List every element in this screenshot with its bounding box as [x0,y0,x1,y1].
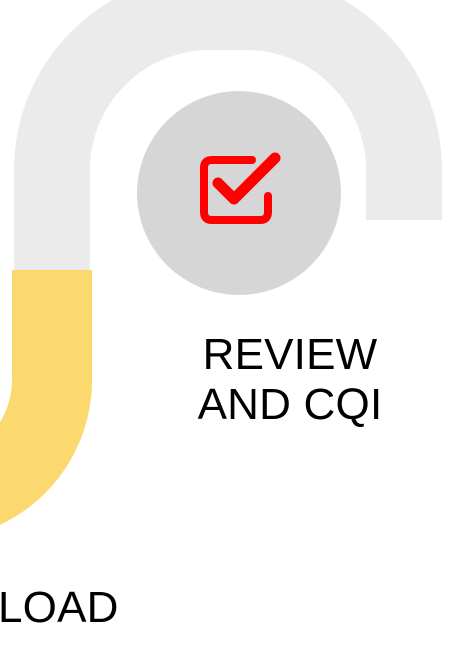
step-label-line-2: AND CQI [197,380,383,429]
process-diagram: REVIEW AND CQI LOAD [0,0,449,650]
yellow-track [0,270,92,525]
partial-step-label: LOAD [0,583,119,632]
process-track-graphic [0,0,442,525]
step-label-line-1: REVIEW [202,330,378,379]
step-label: REVIEW AND CQI [150,330,430,430]
